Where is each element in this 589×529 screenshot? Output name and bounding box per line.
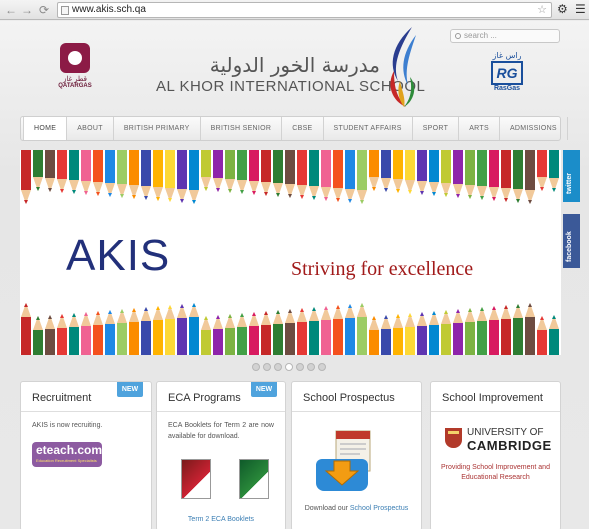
download-document-icon[interactable] bbox=[316, 427, 380, 497]
eca-booklets-link[interactable]: Term 2 ECA Booklets bbox=[157, 516, 285, 523]
nav-arts[interactable]: ARTS bbox=[459, 117, 500, 140]
prospectus-link[interactable]: School Prospectus bbox=[350, 505, 408, 512]
card-title: Recruitment bbox=[32, 392, 92, 404]
qatargas-arabic-text: قطر غاز bbox=[62, 76, 88, 83]
eteach-logo-text: eteach.com bbox=[36, 443, 103, 457]
bookmark-star-icon[interactable]: ☆ bbox=[537, 3, 547, 17]
forward-arrow-icon[interactable]: → bbox=[20, 3, 34, 17]
new-badge: NEW bbox=[251, 382, 277, 397]
slider-dot[interactable] bbox=[318, 363, 326, 371]
card-title: School Improvement bbox=[442, 392, 543, 404]
search-icon bbox=[455, 33, 461, 39]
slider-dot[interactable] bbox=[252, 363, 260, 371]
new-badge: NEW bbox=[117, 382, 143, 397]
eca-booklet-1-image[interactable] bbox=[181, 459, 211, 499]
cambridge-line-1: UNIVERSITY OF bbox=[467, 427, 544, 438]
school-improvement-card: School Improvement UNIVERSITY OF CAMBRID… bbox=[430, 381, 561, 529]
card-divider bbox=[292, 411, 421, 412]
search-placeholder: search ... bbox=[464, 31, 497, 40]
slider-dot[interactable] bbox=[263, 363, 271, 371]
slider-pagination bbox=[252, 363, 326, 371]
twitter-tab[interactable]: twitter bbox=[563, 150, 580, 202]
card-title: School Prospectus bbox=[303, 392, 395, 404]
prospectus-text: Download our School Prospectus bbox=[292, 505, 421, 512]
nav-british-primary[interactable]: BRITISH PRIMARY bbox=[114, 117, 201, 140]
card-text: ECA Booklets for Term 2 are now availabl… bbox=[168, 422, 274, 440]
reload-icon[interactable]: ⟳ bbox=[37, 3, 51, 17]
url-text: www.akis.sch.qa bbox=[72, 4, 146, 15]
card-divider bbox=[21, 411, 151, 412]
page-icon bbox=[61, 6, 69, 15]
nav-home[interactable]: HOME bbox=[23, 117, 68, 140]
rasgas-mark-icon: RG bbox=[491, 61, 523, 85]
school-name-arabic: مدرسة الخور الدولية bbox=[209, 53, 380, 77]
nav-british-senior[interactable]: BRITISH SENIOR bbox=[201, 117, 283, 140]
pencils-bottom-image bbox=[21, 303, 559, 355]
site-search-input[interactable]: search ... bbox=[450, 29, 560, 43]
nav-admissions[interactable]: ADMISSIONS bbox=[500, 117, 568, 140]
slider-dot[interactable] bbox=[296, 363, 304, 371]
eca-programs-card: NEW ECA Programs ECA Booklets for Term 2… bbox=[156, 381, 286, 529]
rasgas-arabic-text: راس غاز bbox=[492, 51, 522, 60]
rasgas-label: RasGas bbox=[493, 85, 521, 92]
main-navigation: HOME ABOUT BRITISH PRIMARY BRITISH SENIO… bbox=[20, 116, 568, 141]
recruitment-card: NEW Recruitment AKIS is now recruiting. … bbox=[20, 381, 152, 529]
cambridge-line-2: CAMBRIDGE bbox=[467, 438, 552, 453]
slider-dot[interactable] bbox=[307, 363, 315, 371]
school-flame-logo-icon[interactable] bbox=[382, 25, 426, 111]
nav-cbse[interactable]: CBSE bbox=[282, 117, 324, 140]
banner-heading: AKIS bbox=[66, 231, 171, 280]
eca-booklet-2-image[interactable] bbox=[239, 459, 269, 499]
prospectus-card: School Prospectus Download our School Pr… bbox=[291, 381, 422, 529]
twitter-tab-label: twitter bbox=[566, 173, 573, 194]
web-page: search ... قطر غاز QATARGAS مدرسة الخور … bbox=[0, 21, 589, 529]
slider-dot[interactable] bbox=[274, 363, 282, 371]
qatargas-mark-icon bbox=[60, 43, 90, 73]
nav-sport[interactable]: SPORT bbox=[413, 117, 460, 140]
card-title: ECA Programs bbox=[168, 392, 241, 404]
eteach-logo[interactable]: eteach.com Education Recruitment Special… bbox=[32, 442, 102, 467]
facebook-tab-label: facebook bbox=[566, 231, 573, 262]
browser-toolbar: ← → ⟳ www.akis.sch.qa ☆ ⚙ ☰ bbox=[0, 0, 589, 20]
card-divider bbox=[431, 411, 560, 412]
banner-slogan: Striving for excellence bbox=[291, 258, 474, 280]
back-arrow-icon[interactable]: ← bbox=[4, 3, 18, 17]
address-bar[interactable]: www.akis.sch.qa ☆ bbox=[57, 2, 552, 18]
nav-student-affairs[interactable]: STUDENT AFFAIRS bbox=[324, 117, 413, 140]
card-text: AKIS is now recruiting. bbox=[32, 422, 103, 429]
qatargas-label: QATARGAS bbox=[58, 83, 92, 89]
card-divider bbox=[157, 411, 285, 412]
qatargas-logo[interactable]: قطر غاز QATARGAS bbox=[55, 43, 95, 95]
hero-slider[interactable]: AKIS Striving for excellence bbox=[20, 150, 561, 355]
pencils-top-image bbox=[21, 150, 559, 204]
cambridge-text[interactable]: Providing School Improvement and Educati… bbox=[437, 463, 554, 483]
slider-dot[interactable] bbox=[285, 363, 293, 371]
nav-about[interactable]: ABOUT bbox=[67, 117, 114, 140]
cambridge-crest-icon bbox=[445, 428, 462, 448]
settings-icon[interactable]: ⚙ bbox=[557, 2, 568, 16]
prospectus-text-prefix: Download our bbox=[304, 505, 348, 512]
facebook-tab[interactable]: facebook bbox=[563, 214, 580, 268]
menu-icon[interactable]: ☰ bbox=[575, 2, 586, 16]
eteach-tagline: Education Recruitment Specialists bbox=[36, 458, 97, 463]
rasgas-logo[interactable]: راس غاز RG RasGas bbox=[484, 51, 530, 92]
